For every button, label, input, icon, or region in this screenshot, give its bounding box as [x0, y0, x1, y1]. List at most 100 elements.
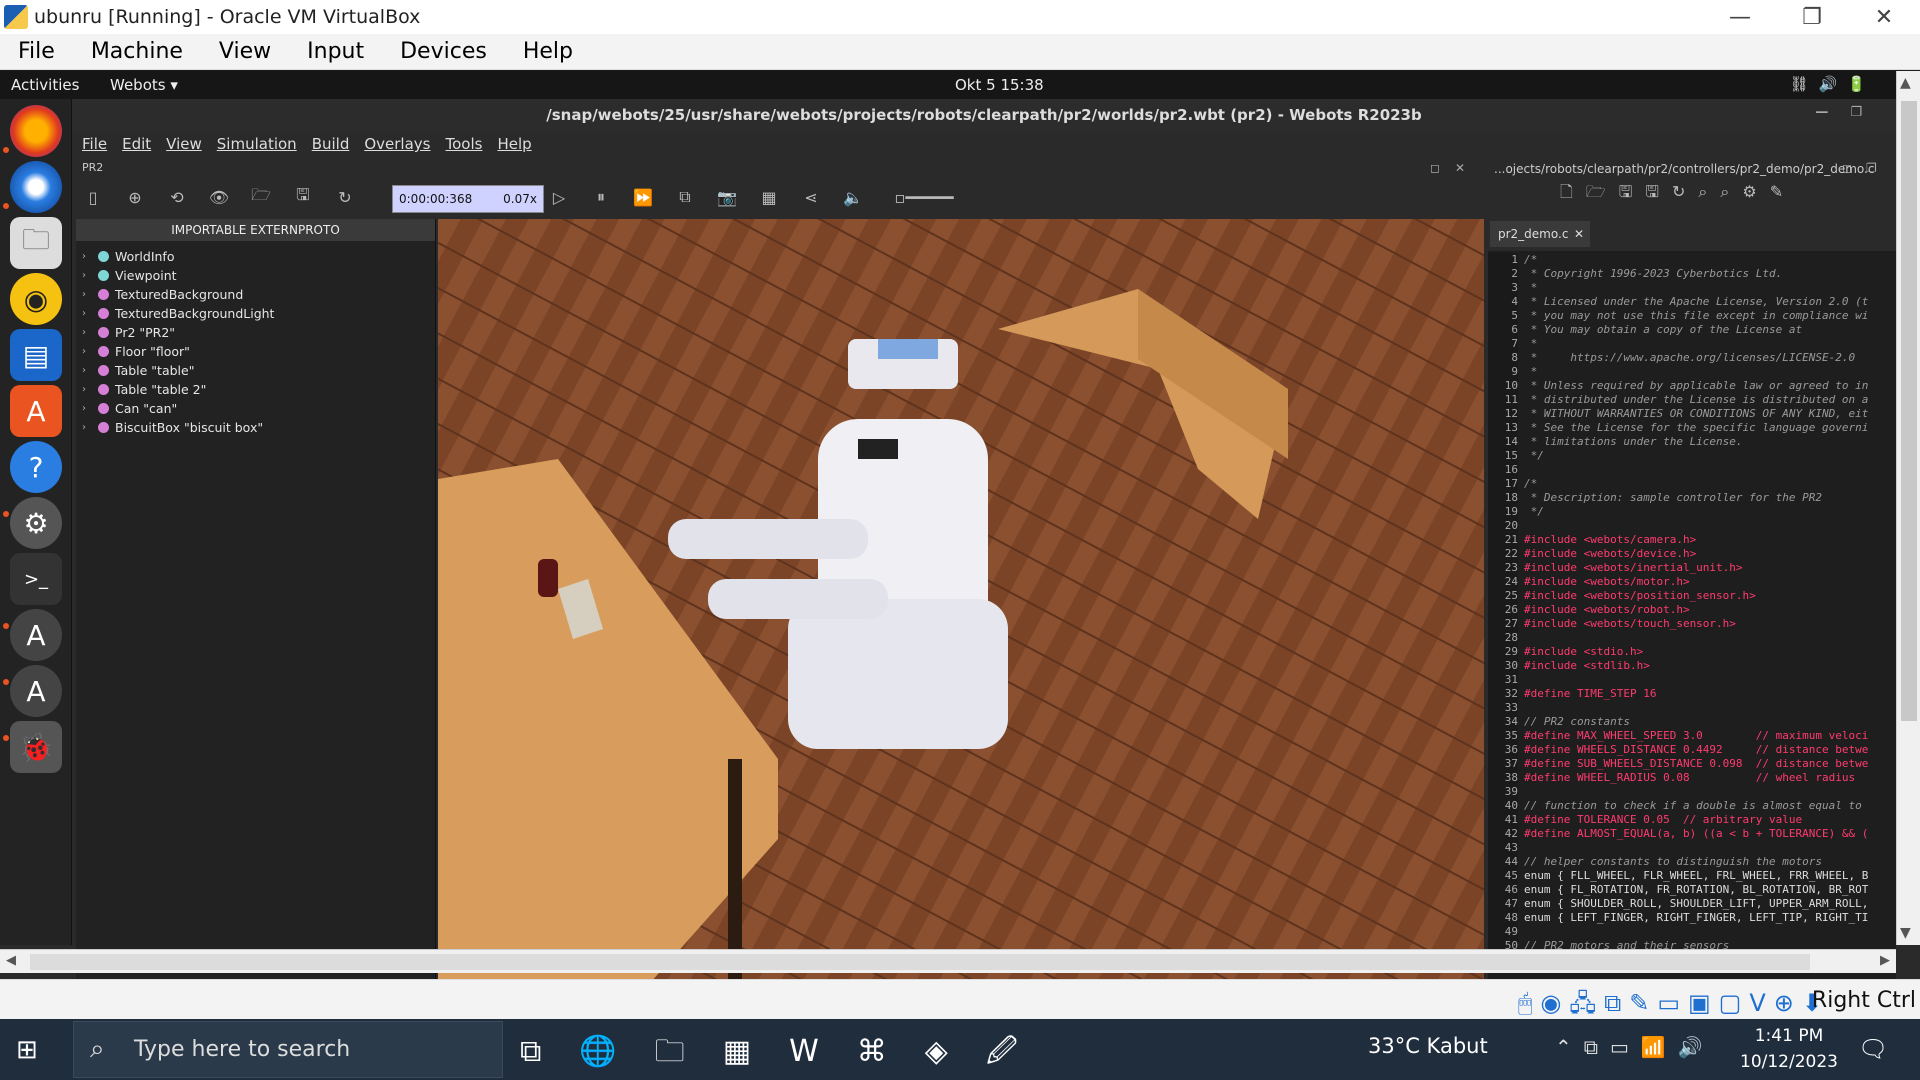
software-icon[interactable]: A: [10, 385, 62, 437]
code-line[interactable]: * Copyright 1996-2023 Cyberbotics Ltd.: [1524, 267, 1868, 281]
code-line[interactable]: /*: [1524, 477, 1868, 491]
code-line[interactable]: #include <webots/motor.h>: [1524, 575, 1868, 589]
code-line[interactable]: #define ALMOST_EQUAL(a, b) ((a < b + TOL…: [1524, 827, 1868, 841]
expand-arrow-icon[interactable]: ›: [82, 384, 98, 395]
code-line[interactable]: [1524, 519, 1868, 533]
code-line[interactable]: * you may not use this file except in co…: [1524, 309, 1869, 323]
pause-icon[interactable]: ⏸: [580, 187, 622, 207]
code-line[interactable]: #include <webots/camera.h>: [1524, 533, 1868, 547]
thunderbird-icon[interactable]: [10, 161, 62, 213]
code-line[interactable]: * Description: sample controller for the…: [1524, 491, 1868, 505]
expand-arrow-icon[interactable]: ›: [82, 346, 98, 357]
toggle-scene-tree-icon[interactable]: ▯: [72, 188, 114, 207]
code-line[interactable]: #include <webots/position_sensor.h>: [1524, 589, 1868, 603]
webots-menu-simulation[interactable]: Simulation: [207, 135, 297, 153]
code-line[interactable]: #define TOLERANCE 0.05 // arbitrary valu…: [1524, 813, 1868, 827]
code-line[interactable]: #define MAX_WHEEL_SPEED 3.0 // maximum v…: [1524, 729, 1868, 743]
step-icon[interactable]: ▷: [538, 188, 580, 207]
webots-menu-build[interactable]: Build: [302, 135, 350, 153]
fast-forward-icon[interactable]: ⏩: [622, 188, 664, 207]
expand-arrow-icon[interactable]: ›: [82, 403, 98, 414]
scene-tree-item[interactable]: › Pr2 "PR2": [76, 323, 435, 342]
code-line[interactable]: #define SUB_WHEELS_DISTANCE 0.098 // dis…: [1524, 757, 1868, 771]
pane-close-icon[interactable]: ✕: [1455, 161, 1465, 175]
vm-vertical-scrollbar[interactable]: ▲ ▼: [1896, 71, 1920, 945]
weather-widget[interactable]: 33°C Kabut: [1368, 1034, 1488, 1058]
code-text[interactable]: /* * Copyright 1996-2023 Cyberbotics Ltd…: [1524, 253, 1868, 953]
volume-icon[interactable]: 🔈: [832, 188, 874, 207]
scene-tree-item[interactable]: › TexturedBackground: [76, 285, 435, 304]
scene-tree-item[interactable]: › TexturedBackgroundLight: [76, 304, 435, 323]
scene-tree-item[interactable]: › BiscuitBox "biscuit box": [76, 418, 435, 437]
reset-view-icon[interactable]: ⟲: [156, 188, 198, 207]
updater-icon[interactable]: A: [10, 609, 62, 661]
code-line[interactable]: [1524, 673, 1868, 687]
updater-icon-2[interactable]: A: [10, 665, 62, 717]
save-all-icon[interactable]: 🖫: [1645, 182, 1672, 201]
code-line[interactable]: * See the License for the specific langu…: [1524, 421, 1869, 435]
expand-arrow-icon[interactable]: ›: [82, 289, 98, 300]
app-menu[interactable]: Webots ▾: [110, 76, 178, 94]
code-line[interactable]: #include <webots/inertial_unit.h>: [1524, 561, 1868, 575]
code-line[interactable]: #include <stdio.h>: [1524, 645, 1868, 659]
scene-tree-item[interactable]: › Table "table": [76, 361, 435, 380]
editor-tab[interactable]: pr2_demo.c ✕: [1490, 221, 1590, 247]
code-line[interactable]: * Unless required by applicable law or a…: [1524, 379, 1869, 393]
taskbar-tray-icons[interactable]: ⌃⧉▭📶🔊: [1555, 1035, 1715, 1059]
code-line[interactable]: */: [1524, 505, 1868, 519]
taskbar-clock[interactable]: 1:41 PM 10/12/2023: [1740, 1023, 1838, 1075]
code-line[interactable]: *: [1524, 365, 1868, 379]
webots-window-controls[interactable]: —❐: [1815, 105, 1884, 120]
taskbar-pinned-apps[interactable]: ⧉🌐🗀▦W⌘◈🖉: [520, 1029, 1056, 1080]
add-node-icon[interactable]: ⊕: [114, 188, 156, 207]
host-menu-help[interactable]: Help: [505, 39, 591, 64]
code-line[interactable]: [1524, 631, 1868, 645]
rendering-icon[interactable]: ⧉: [664, 187, 706, 207]
webots-menu-file[interactable]: File: [72, 135, 107, 153]
vm-display[interactable]: Activities Webots ▾ Okt 5 15:38 ⛓🔊🔋 ▲ ▼ …: [0, 71, 1920, 1019]
webots-menu-edit[interactable]: Edit: [112, 135, 151, 153]
expand-arrow-icon[interactable]: ›: [82, 308, 98, 319]
scene-tree-item[interactable]: › Table "table 2": [76, 380, 435, 399]
new-file-icon[interactable]: 🗋: [1560, 182, 1586, 201]
restore-icon[interactable]: ❐: [1776, 5, 1848, 30]
3d-scene-render[interactable]: [438, 219, 1484, 1019]
webots-menu-help[interactable]: Help: [487, 135, 531, 153]
code-line[interactable]: enum { LEFT_FINGER, RIGHT_FINGER, LEFT_T…: [1524, 911, 1868, 925]
pane-float-icon[interactable]: ◻: [1430, 161, 1440, 175]
code-line[interactable]: *: [1524, 337, 1868, 351]
scroll-thumb[interactable]: [1901, 101, 1917, 721]
scroll-down-icon[interactable]: ▼: [1900, 925, 1911, 941]
scene-tree-item[interactable]: › Viewpoint: [76, 266, 435, 285]
windows-start-icon[interactable]: ⊞: [16, 1035, 46, 1065]
save-file-icon[interactable]: 🖫: [1619, 182, 1646, 201]
scene-tree-item[interactable]: › WorldInfo: [76, 247, 435, 266]
rhythmbox-icon[interactable]: ◉: [10, 273, 62, 325]
code-line[interactable]: // PR2 constants: [1524, 715, 1868, 729]
scroll-right-icon[interactable]: ▶: [1880, 953, 1890, 968]
code-line[interactable]: /*: [1524, 253, 1868, 267]
expand-arrow-icon[interactable]: ›: [82, 270, 98, 281]
code-line[interactable]: // helper constants to distinguish the m…: [1524, 855, 1868, 869]
code-editor[interactable]: 1 2 3 4 5 6 7 8 9 10 11 12 13 14 15 16 17 18 19 20 21 22 23 24 2…: [1488, 251, 1896, 1019]
expand-arrow-icon[interactable]: ›: [82, 422, 98, 433]
build-icon[interactable]: ⚙: [1742, 182, 1769, 201]
volume-slider[interactable]: ▫━━━━━: [874, 188, 974, 207]
help-icon[interactable]: ?: [10, 441, 62, 493]
code-line[interactable]: #include <webots/touch_sensor.h>: [1524, 617, 1868, 631]
code-line[interactable]: * You may obtain a copy of the License a…: [1524, 323, 1868, 337]
open-file-icon[interactable]: 🗁: [1586, 182, 1619, 201]
activities-button[interactable]: Activities: [11, 76, 79, 94]
save-world-icon[interactable]: 🖫: [282, 184, 324, 211]
firefox-icon[interactable]: [10, 105, 62, 157]
code-line[interactable]: enum { FLL_WHEEL, FLR_WHEEL, FRL_WHEEL, …: [1524, 869, 1868, 883]
view-icon[interactable]: 👁: [198, 188, 240, 207]
code-line[interactable]: #include <webots/device.h>: [1524, 547, 1868, 561]
revert-icon[interactable]: ↻: [1672, 182, 1698, 201]
screenshot-icon[interactable]: 📷: [706, 188, 748, 207]
share-icon[interactable]: ⋖: [790, 188, 832, 207]
code-line[interactable]: [1524, 701, 1868, 715]
code-line[interactable]: *: [1524, 281, 1868, 295]
code-line[interactable]: // function to check if a double is almo…: [1524, 799, 1868, 813]
record-movie-icon[interactable]: ▦: [748, 188, 790, 207]
